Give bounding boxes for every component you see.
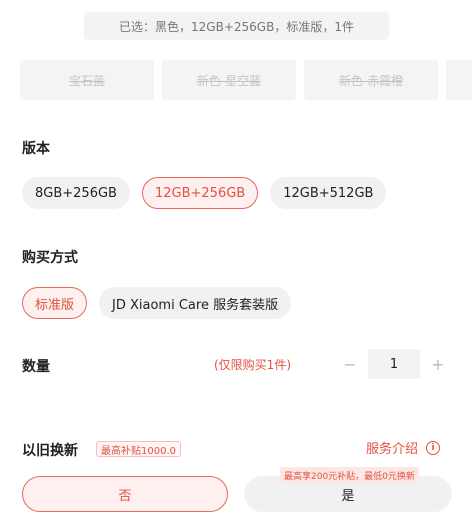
- trade-in-no-button[interactable]: 否: [22, 476, 228, 512]
- version-option-12-512[interactable]: 12GB+512GB: [270, 177, 387, 209]
- purchase-option-standard[interactable]: 标准版: [22, 287, 88, 319]
- quantity-value[interactable]: 1: [368, 349, 420, 379]
- service-intro-link[interactable]: 服务介绍 i: [366, 438, 441, 457]
- quantity-stepper: − 1 +: [338, 349, 450, 379]
- info-icon: i: [426, 440, 441, 455]
- trade-in-title: 以旧换新: [22, 443, 78, 459]
- color-option-sunset-orange[interactable]: 新色-赤霞橙: [304, 60, 438, 100]
- purchase-option-care-bundle[interactable]: JD Xiaomi Care 服务套装版: [99, 287, 292, 319]
- selected-summary: 已选：黑色，12GB+256GB，标准版，1件: [84, 12, 389, 40]
- quantity-plus-button[interactable]: +: [426, 355, 450, 374]
- subsidy-badge: 最高补贴1000.0: [96, 441, 181, 457]
- purchase-method-title: 购买方式: [22, 250, 78, 266]
- color-option-starry-blue[interactable]: 新色-星空蓝: [162, 60, 296, 100]
- version-title: 版本: [22, 141, 50, 157]
- version-options: 8GB+256GB 12GB+256GB 12GB+512GB: [22, 177, 387, 209]
- purchase-method-options: 标准版 JD Xiaomi Care 服务套装版: [22, 287, 292, 319]
- trade-in-promo-tag: 最高享200元补贴，最低0元换新: [280, 467, 419, 483]
- color-options: 宝石蓝 新色-星空蓝 新色-赤霞橙: [20, 60, 472, 102]
- service-intro-label: 服务介绍: [366, 442, 419, 457]
- color-option-gem-blue[interactable]: 宝石蓝: [20, 60, 154, 100]
- quantity-title: 数量: [22, 359, 50, 375]
- version-option-12-256[interactable]: 12GB+256GB: [141, 177, 259, 209]
- version-option-8-256[interactable]: 8GB+256GB: [22, 177, 130, 209]
- color-option-more[interactable]: [446, 60, 472, 100]
- quantity-limit-note: (仅限购买1件): [214, 358, 291, 372]
- quantity-minus-button[interactable]: −: [338, 355, 362, 374]
